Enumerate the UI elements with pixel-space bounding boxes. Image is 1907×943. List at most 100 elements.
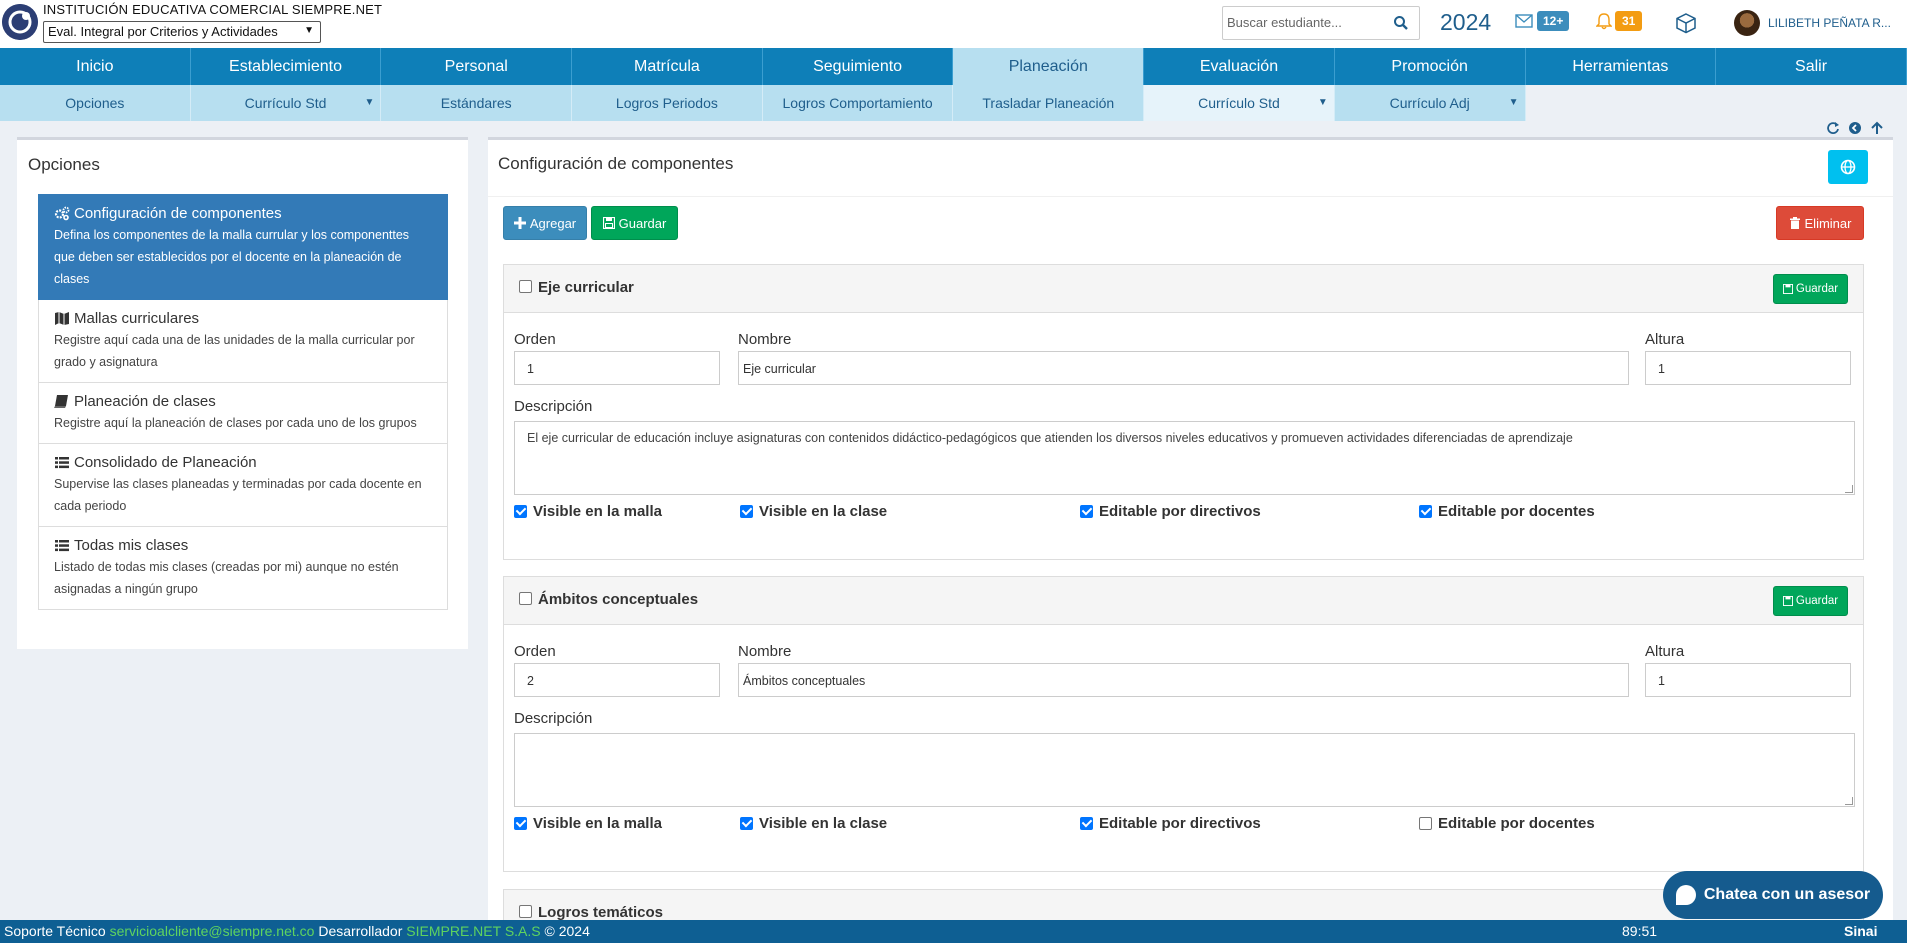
list-icon xyxy=(55,457,69,469)
sub-nav-trasladar-planeacion[interactable]: Trasladar Planeación xyxy=(953,85,1145,121)
delete-button[interactable]: Eliminar xyxy=(1776,206,1864,240)
avatar[interactable] xyxy=(1734,10,1760,36)
user-name[interactable]: LILIBETH PEÑATA R... xyxy=(1768,16,1891,30)
option-title: Consolidado de Planeación xyxy=(74,454,257,471)
bell-icon[interactable] xyxy=(1596,13,1612,30)
page-tools xyxy=(1826,121,1884,135)
main-nav-herramientas[interactable]: Herramientas xyxy=(1526,48,1717,85)
checkbox-box[interactable] xyxy=(1080,505,1093,518)
main-nav-inicio[interactable]: Inicio xyxy=(0,48,191,85)
trash-icon xyxy=(1789,217,1800,229)
component-save-button[interactable]: Guardar xyxy=(1773,274,1848,304)
checkbox-box[interactable] xyxy=(740,505,753,518)
school-year[interactable]: 2024 xyxy=(1440,9,1491,36)
floppy-icon xyxy=(1782,596,1793,606)
back-circle-icon[interactable] xyxy=(1848,121,1862,135)
sub-nav-logros-periodos[interactable]: Logros Periodos xyxy=(572,85,763,121)
main-nav-personal[interactable]: Personal xyxy=(381,48,573,85)
checkbox-editable-docentes[interactable]: Editable por docentes xyxy=(1419,503,1595,520)
component-title: Eje curricular xyxy=(538,279,634,296)
sub-nav-curriculo-std[interactable]: Currículo Std ▼ xyxy=(191,85,382,121)
description-label: Descripción xyxy=(514,710,593,727)
main-nav-salir[interactable]: Salir xyxy=(1716,48,1907,85)
option-configuracion-componentes[interactable]: Configuración de componentes Defina los … xyxy=(38,194,448,300)
options-panel-title: Opciones xyxy=(28,155,100,174)
option-todas-mis-clases[interactable]: Todas mis clases Listado de todas mis cl… xyxy=(38,527,448,610)
checkbox-box[interactable] xyxy=(740,817,753,830)
checkbox-box[interactable] xyxy=(514,817,527,830)
resize-grip-icon[interactable] xyxy=(1845,797,1853,805)
globe-button[interactable] xyxy=(1828,150,1868,184)
description-textarea[interactable]: El eje curricular de educación incluye a… xyxy=(514,421,1855,495)
checkbox-visible-malla[interactable]: Visible en la malla xyxy=(514,815,662,832)
checkbox-editable-directivos[interactable]: Editable por directivos xyxy=(1080,815,1261,832)
evaluation-mode-select[interactable]: Eval. Integral por Criterios y Actividad… xyxy=(43,21,321,43)
main-nav-planeacion[interactable]: Planeación xyxy=(953,48,1145,85)
student-search-input[interactable] xyxy=(1227,15,1387,30)
checkbox-editable-docentes[interactable]: Editable por docentes xyxy=(1419,815,1595,832)
option-planeacion-clases[interactable]: Planeación de clases Registre aquí la pl… xyxy=(38,383,448,444)
checkbox-editable-directivos[interactable]: Editable por directivos xyxy=(1080,503,1261,520)
envelope-icon[interactable] xyxy=(1515,14,1533,28)
footer-developer-link[interactable]: SIEMPRE.NET S.A.S xyxy=(406,923,540,939)
cube-icon[interactable] xyxy=(1675,12,1697,34)
main-nav-promocion[interactable]: Promoción xyxy=(1335,48,1526,85)
component-header: Eje curricular Guardar xyxy=(504,265,1863,313)
component-save-button[interactable]: Guardar xyxy=(1773,586,1848,616)
component-select-checkbox[interactable] xyxy=(519,592,532,605)
footer-support-email[interactable]: servicioalcliente@siempre.net.co xyxy=(110,923,315,939)
checkbox-visible-clase[interactable]: Visible en la clase xyxy=(740,815,887,832)
option-title: Configuración de componentes xyxy=(74,205,282,222)
height-input[interactable]: 1 xyxy=(1645,351,1851,385)
checkbox-label: Editable por docentes xyxy=(1438,503,1595,520)
component-select-checkbox[interactable] xyxy=(519,280,532,293)
checkbox-box[interactable] xyxy=(1419,817,1432,830)
height-label: Altura xyxy=(1645,643,1685,660)
checkbox-visible-malla[interactable]: Visible en la malla xyxy=(514,503,662,520)
name-input[interactable]: Eje curricular xyxy=(738,351,1629,385)
student-search[interactable] xyxy=(1222,6,1420,40)
main-nav-evaluacion[interactable]: Evaluación xyxy=(1144,48,1335,85)
options-panel: Opciones Configuración de componentes De… xyxy=(17,137,468,649)
checkbox-label: Visible en la malla xyxy=(533,815,662,832)
notifications-badge[interactable]: 31 xyxy=(1615,11,1643,31)
description-textarea[interactable] xyxy=(514,733,1855,807)
save-button[interactable]: Guardar xyxy=(591,206,678,240)
name-input[interactable]: Ámbitos conceptuales xyxy=(738,663,1629,697)
checkbox-visible-clase[interactable]: Visible en la clase xyxy=(740,503,887,520)
sub-nav: Opciones Currículo Std ▼ Estándares Logro… xyxy=(0,85,1907,121)
messages-badge[interactable]: 12+ xyxy=(1537,11,1570,31)
option-consolidado-planeacion[interactable]: Consolidado de Planeación Supervise las … xyxy=(38,444,448,527)
chat-advisor-button[interactable]: Chatea con un asesor xyxy=(1663,871,1883,919)
refresh-icon[interactable] xyxy=(1826,121,1840,135)
option-mallas-curriculares[interactable]: Mallas curriculares Registre aquí cada u… xyxy=(38,300,448,383)
option-description: Defina los componentes de la malla curru… xyxy=(54,228,410,286)
resize-grip-icon[interactable] xyxy=(1845,485,1853,493)
chevron-down-icon: ▼ xyxy=(304,25,314,36)
sub-nav-curriculo-adj[interactable]: Currículo Adj ▼ xyxy=(1335,85,1526,121)
main-nav-establecimiento[interactable]: Establecimiento xyxy=(191,48,382,85)
sub-nav-opciones[interactable]: Opciones xyxy=(0,85,191,121)
search-icon[interactable] xyxy=(1393,15,1409,31)
checkbox-box[interactable] xyxy=(514,505,527,518)
component-select-checkbox[interactable] xyxy=(519,905,532,918)
checkbox-label: Editable por directivos xyxy=(1099,815,1261,832)
main-nav-seguimiento[interactable]: Seguimiento xyxy=(763,48,954,85)
sub-nav-estandares[interactable]: Estándares xyxy=(381,85,573,121)
order-input[interactable]: 1 xyxy=(514,351,720,385)
add-button[interactable]: Agregar xyxy=(503,206,587,240)
page-title: Configuración de componentes xyxy=(498,154,734,173)
institution-name: INSTITUCIÓN EDUCATIVA COMERCIAL SIEMPRE.… xyxy=(43,2,383,17)
checkbox-box[interactable] xyxy=(1080,817,1093,830)
option-description: Registre aquí la planeación de clases po… xyxy=(54,416,417,430)
sub-nav-logros-comportamiento[interactable]: Logros Comportamiento xyxy=(763,85,954,121)
main-nav-matricula[interactable]: Matrícula xyxy=(572,48,763,85)
arrow-up-icon[interactable] xyxy=(1870,121,1884,135)
sub-nav-label: Currículo Adj xyxy=(1389,95,1470,111)
order-input[interactable]: 2 xyxy=(514,663,720,697)
height-input[interactable]: 1 xyxy=(1645,663,1851,697)
option-description: Registre aquí cada una de las unidades d… xyxy=(54,333,415,369)
globe-icon xyxy=(1840,159,1856,175)
sub-nav-curriculo-std-active[interactable]: Currículo Std ▼ xyxy=(1144,85,1335,121)
checkbox-box[interactable] xyxy=(1419,505,1432,518)
